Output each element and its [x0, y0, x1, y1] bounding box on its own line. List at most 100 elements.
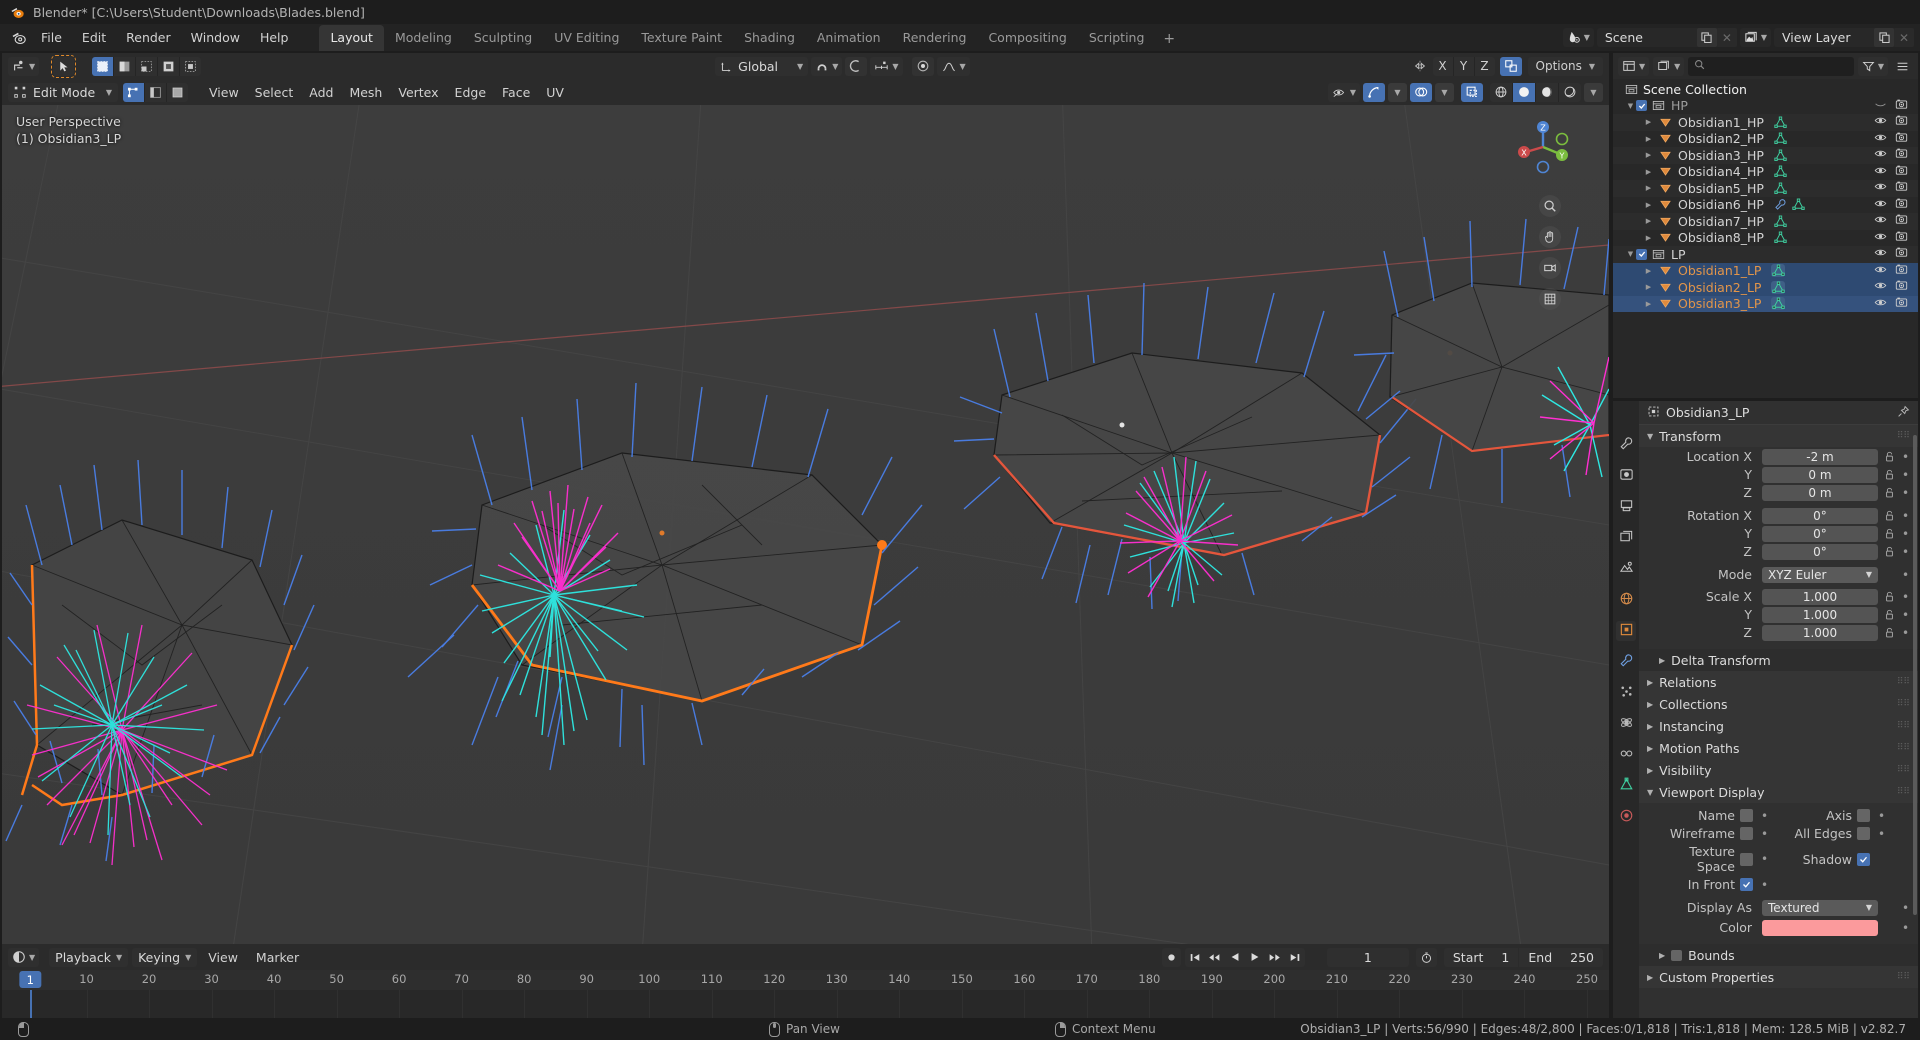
new-scene-button[interactable] — [1696, 28, 1717, 47]
viewport-menu-mesh[interactable]: Mesh — [341, 83, 390, 102]
outliner-collection-row[interactable]: ▼ LP — [1613, 246, 1918, 263]
camera-icon[interactable] — [1895, 147, 1908, 163]
mesh-data-icon[interactable] — [1771, 280, 1786, 294]
proportional-falloff-toggle[interactable] — [911, 56, 934, 76]
camera-icon[interactable] — [1895, 246, 1908, 262]
lock-icon[interactable] — [1883, 469, 1896, 481]
select-extend-icon[interactable] — [114, 56, 136, 76]
in-front-checkbox[interactable] — [1740, 878, 1753, 891]
eye-icon[interactable] — [1874, 246, 1887, 262]
outliner-object-row[interactable]: ▶ Obsidian6_HP — [1613, 197, 1918, 214]
outliner-object-row[interactable]: ▶ Obsidian8_HP — [1613, 230, 1918, 247]
properties-tab-constraint[interactable] — [1616, 745, 1636, 765]
navigation-gizmo[interactable]: Z Y X — [1513, 117, 1573, 177]
rendered-shading-icon[interactable] — [1559, 82, 1581, 102]
bounds-checkbox[interactable] — [1671, 949, 1683, 961]
texture-space-checkbox[interactable] — [1740, 852, 1753, 866]
overlays-icon[interactable] — [1410, 82, 1432, 102]
animate-dot[interactable]: • — [1901, 627, 1910, 639]
camera-icon[interactable] — [1895, 296, 1908, 312]
timeline-ruler[interactable]: 10 20 30 40 50 60 70 80 90 100 110 120 130 140 150 160 1… — [2, 970, 1609, 990]
rotation-mode-dropdown[interactable]: XYZ Euler ▼ — [1762, 566, 1878, 583]
wireframe-checkbox[interactable] — [1740, 827, 1753, 840]
add-workspace-button[interactable]: + — [1155, 27, 1183, 51]
lock-icon[interactable] — [1883, 487, 1896, 499]
rotation-z-field[interactable]: 0° — [1762, 543, 1878, 560]
outliner-object-row[interactable]: ▶ Obsidian5_HP — [1613, 180, 1918, 197]
gizmo-icon[interactable] — [1363, 82, 1385, 102]
properties-tab-output[interactable] — [1616, 497, 1636, 517]
viewport-menu-edge[interactable]: Edge — [447, 83, 494, 102]
camera-icon[interactable] — [1895, 279, 1908, 295]
mirror-x-button[interactable]: X — [1432, 56, 1453, 76]
lock-icon[interactable] — [1883, 627, 1896, 639]
timeline-playback-menu[interactable]: Playback ▼ — [49, 947, 129, 967]
snap-magnet-icon[interactable]: ▼ — [811, 56, 843, 76]
rotation-y-field[interactable]: 0° — [1762, 525, 1878, 542]
mesh-data-icon[interactable] — [1774, 215, 1788, 228]
current-frame-field[interactable]: 1 — [1326, 947, 1409, 967]
camera-icon[interactable] — [1895, 213, 1908, 229]
scene-browse-button[interactable]: ▼ — [1562, 28, 1594, 47]
scale-y-field[interactable]: 1.000 — [1762, 606, 1878, 623]
eye-icon[interactable] — [1874, 230, 1887, 246]
tree-expander[interactable]: ▶ — [1643, 135, 1654, 143]
lock-icon[interactable] — [1883, 451, 1896, 463]
select-intersect-icon[interactable] — [180, 56, 202, 76]
tree-expander[interactable]: ▶ — [1643, 118, 1654, 126]
mesh-data-icon[interactable] — [1774, 149, 1788, 162]
shadow-checkbox[interactable] — [1857, 852, 1870, 866]
timeline-playhead-label[interactable]: 1 — [19, 971, 41, 988]
timeline-playhead[interactable] — [30, 990, 32, 1018]
mesh-data-icon[interactable] — [1774, 182, 1788, 195]
new-view-layer-button[interactable] — [1874, 28, 1894, 47]
tab-animation[interactable]: Animation — [806, 25, 892, 51]
animate-dot[interactable]: • — [1760, 828, 1769, 840]
viewport-menu-view[interactable]: View — [201, 83, 247, 102]
snap-increment-icon[interactable]: ▼ — [870, 56, 903, 76]
proportional-edit-icon[interactable] — [845, 56, 868, 76]
tree-expander[interactable]: ▶ — [1643, 283, 1654, 291]
next-keyframe-icon[interactable] — [1265, 948, 1285, 967]
remove-scene-button[interactable]: ✕ — [1716, 28, 1737, 47]
outliner-root-row[interactable]: Scene Collection — [1613, 81, 1918, 98]
panel-motion-paths[interactable]: ▶ Motion Paths ⠿⠿ — [1639, 737, 1918, 759]
viewport-menu-face[interactable]: Face — [494, 83, 538, 102]
editor-type-icon[interactable]: ▼ — [8, 56, 40, 76]
all-edges-checkbox[interactable] — [1857, 827, 1870, 840]
scale-x-field[interactable]: 1.000 — [1762, 588, 1878, 605]
ortho-persp-icon[interactable] — [1539, 288, 1561, 310]
tree-expander[interactable]: ▶ — [1643, 151, 1654, 159]
properties-tab-render[interactable] — [1616, 466, 1636, 486]
outliner-object-row[interactable]: ▶ Obsidian7_HP — [1613, 213, 1918, 230]
tree-expander[interactable]: ▶ — [1643, 168, 1654, 176]
scene-selector[interactable]: Scene ✕ — [1596, 28, 1737, 47]
mode-selector[interactable]: Edit Mode ▼ — [8, 82, 118, 102]
animate-dot[interactable]: • — [1901, 469, 1910, 481]
delta-transform-panel[interactable]: ▶ Delta Transform — [1639, 649, 1918, 671]
location-y-field[interactable]: 0 m — [1762, 466, 1878, 483]
outliner-object-row[interactable]: ▶ Obsidian2_HP — [1613, 131, 1918, 148]
eye-icon[interactable] — [1874, 296, 1887, 312]
vertex-select-icon[interactable] — [123, 82, 144, 102]
rotation-x-field[interactable]: 0° — [1762, 507, 1878, 524]
prev-keyframe-icon[interactable] — [1205, 948, 1225, 967]
tab-shading[interactable]: Shading — [733, 25, 806, 51]
collection-exclude-checkbox[interactable] — [1636, 100, 1647, 112]
menu-window[interactable]: Window — [182, 27, 249, 48]
mesh-data-icon[interactable] — [1771, 264, 1786, 278]
animate-dot[interactable]: • — [1901, 591, 1910, 603]
properties-tab-world[interactable] — [1616, 590, 1636, 610]
animate-dot[interactable]: • — [1877, 828, 1886, 840]
camera-icon[interactable] — [1895, 197, 1908, 213]
viewport-menu-uv[interactable]: UV — [538, 83, 572, 102]
solid-shading-icon[interactable] — [1513, 82, 1535, 102]
outliner-collection-row[interactable]: ▼ HP — [1613, 98, 1918, 115]
eye-icon[interactable] — [1874, 114, 1887, 130]
timeline-body[interactable] — [2, 990, 1609, 1018]
tab-layout[interactable]: Layout — [319, 25, 384, 51]
display-as-dropdown[interactable]: Textured ▼ — [1762, 899, 1878, 916]
animate-dot[interactable]: • — [1901, 510, 1910, 522]
lock-icon[interactable] — [1883, 546, 1896, 558]
object-color-swatch[interactable] — [1762, 919, 1878, 936]
